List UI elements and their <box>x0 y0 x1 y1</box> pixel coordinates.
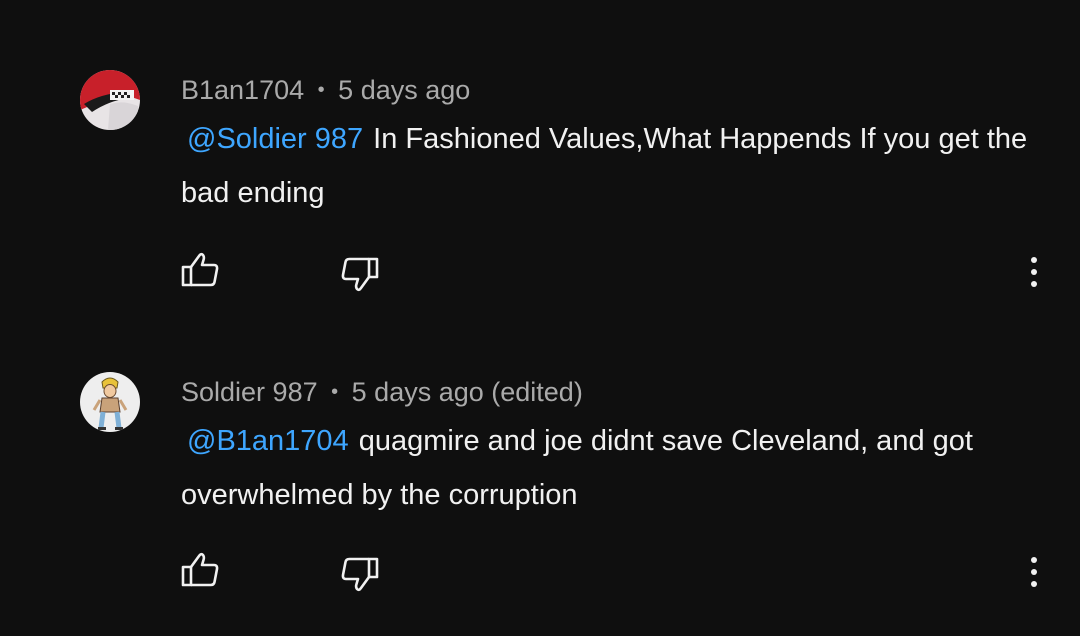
cartoon-character-avatar-icon <box>80 372 140 432</box>
author-name[interactable]: B1an1704 <box>181 75 304 105</box>
mention-link[interactable]: @Soldier 987 <box>181 123 373 155</box>
thumbs-up-icon <box>181 552 219 587</box>
more-vertical-icon <box>1031 557 1037 587</box>
separator-dot: • <box>331 381 339 403</box>
comment-meta: Soldier 987 • 5 days ago (edited) <box>181 376 583 408</box>
separator-dot: • <box>317 79 325 101</box>
mention-link[interactable]: @B1an1704 <box>181 425 359 457</box>
thumbs-down-icon <box>341 257 379 292</box>
dislike-button[interactable] <box>338 552 382 596</box>
more-options-button[interactable] <box>1012 250 1056 294</box>
avatar[interactable] <box>80 70 140 130</box>
author-name[interactable]: Soldier 987 <box>181 377 318 407</box>
like-button[interactable] <box>178 248 222 292</box>
comment-text: @B1an1704 quagmire and joe didnt save Cle… <box>181 414 1041 522</box>
thumbs-up-icon <box>181 252 219 287</box>
comment-item: B1an1704 • 5 days ago @Soldier 987 In Fas… <box>0 0 1080 318</box>
comment-time: 5 days ago <box>338 75 471 105</box>
thumbs-down-icon <box>341 557 379 592</box>
avatar[interactable] <box>80 372 140 432</box>
comment-meta: B1an1704 • 5 days ago <box>181 74 470 106</box>
dislike-button[interactable] <box>338 252 382 296</box>
comment-text: @Soldier 987 In Fashioned Values,What Hap… <box>181 112 1041 220</box>
more-vertical-icon <box>1031 257 1037 287</box>
like-button[interactable] <box>178 548 222 592</box>
comment-item: Soldier 987 • 5 days ago (edited) @B1an1… <box>0 318 1080 636</box>
red-helmet-avatar-icon <box>80 70 140 130</box>
comment-time: 5 days ago (edited) <box>351 377 583 407</box>
more-options-button[interactable] <box>1012 550 1056 594</box>
